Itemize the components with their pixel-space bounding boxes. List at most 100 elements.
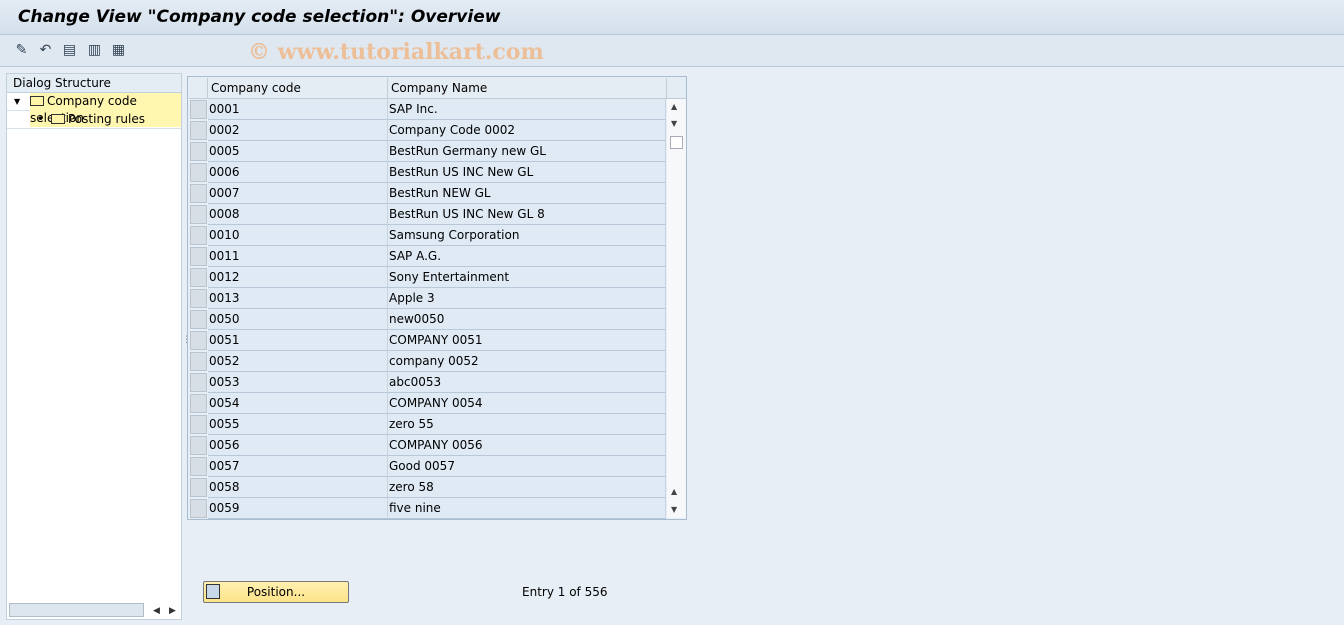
company-name-cell[interactable]: Apple 3 [388, 288, 666, 309]
row-selector[interactable] [190, 310, 207, 329]
company-code-cell[interactable]: 0055 [208, 414, 388, 435]
row-selector[interactable] [190, 226, 207, 245]
company-code-cell[interactable]: 0051 [208, 330, 388, 351]
table-row[interactable]: 0001 SAP Inc. [189, 99, 666, 120]
company-name-cell[interactable]: SAP A.G. [388, 246, 666, 267]
table-row[interactable]: 0011 SAP A.G. [189, 246, 666, 267]
undo-icon[interactable]: ↶ [37, 42, 54, 59]
scroll-page-up-icon[interactable]: ▲ [671, 487, 677, 496]
table-row[interactable]: 0012 Sony Entertainment [189, 267, 666, 288]
scroll-left-icon[interactable]: ◀ [153, 606, 160, 616]
scroll-thumb[interactable] [670, 136, 683, 149]
row-selector[interactable] [190, 100, 207, 119]
change-display-icon[interactable]: ✎ [13, 42, 30, 59]
table-row[interactable]: 0054 COMPANY 0054 [189, 393, 666, 414]
scroll-right-icon[interactable]: ▶ [169, 606, 176, 616]
row-selector[interactable] [190, 247, 207, 266]
company-code-cell[interactable]: 0054 [208, 393, 388, 414]
row-selector[interactable] [190, 289, 207, 308]
company-code-cell[interactable]: 0007 [208, 183, 388, 204]
company-code-cell[interactable]: 0052 [208, 351, 388, 372]
company-name-cell[interactable]: zero 55 [388, 414, 666, 435]
expand-arrow-icon[interactable]: ▼ [14, 93, 20, 110]
table-row[interactable]: 0013 Apple 3 [189, 288, 666, 309]
company-code-cell[interactable]: 0006 [208, 162, 388, 183]
horizontal-scrollbar[interactable] [9, 603, 144, 617]
row-selector[interactable] [190, 352, 207, 371]
table-row[interactable]: 0008 BestRun US INC New GL 8 [189, 204, 666, 225]
company-code-cell[interactable]: 0013 [208, 288, 388, 309]
select-all-header[interactable] [189, 78, 208, 99]
row-selector[interactable] [190, 205, 207, 224]
table-row[interactable]: 0050 new0050 [189, 309, 666, 330]
company-name-cell[interactable]: COMPANY 0051 [388, 330, 666, 351]
row-selector[interactable] [190, 499, 207, 518]
company-name-cell[interactable]: BestRun NEW GL [388, 183, 666, 204]
tree-item-company-code-selection[interactable]: ▼ Company code selection [7, 93, 181, 127]
select-block-icon[interactable]: ▥ [86, 42, 103, 59]
table-row[interactable]: 0007 BestRun NEW GL [189, 183, 666, 204]
row-selector[interactable] [190, 268, 207, 287]
row-selector[interactable] [190, 331, 207, 350]
company-name-cell[interactable]: company 0052 [388, 351, 666, 372]
company-code-cell[interactable]: 0050 [208, 309, 388, 330]
company-name-cell[interactable]: abc0053 [388, 372, 666, 393]
table-row[interactable]: 0056 COMPANY 0056 [189, 435, 666, 456]
company-name-cell[interactable]: SAP Inc. [388, 99, 666, 120]
row-selector[interactable] [190, 457, 207, 476]
company-code-cell[interactable]: 0059 [208, 498, 388, 519]
company-code-cell[interactable]: 0008 [208, 204, 388, 225]
scroll-page-down-icon[interactable]: ▼ [671, 505, 677, 514]
table-row[interactable]: 0057 Good 0057 [189, 456, 666, 477]
row-selector[interactable] [190, 415, 207, 434]
row-selector[interactable] [190, 478, 207, 497]
row-selector[interactable] [190, 394, 207, 413]
company-code-cell[interactable]: 0056 [208, 435, 388, 456]
row-selector[interactable] [190, 163, 207, 182]
company-name-cell[interactable]: five nine [388, 498, 666, 519]
company-code-cell[interactable]: 0010 [208, 225, 388, 246]
splitter-handle[interactable]: ⋮ [182, 335, 191, 345]
vertical-scrollbar[interactable]: ▲ ▼ ▲ ▼ [667, 99, 686, 518]
tree-item-posting-rules[interactable]: • Posting rules [7, 111, 181, 129]
row-selector[interactable] [190, 142, 207, 161]
table-row[interactable]: 0059 five nine [189, 498, 666, 519]
deselect-all-icon[interactable]: ▦ [110, 42, 127, 59]
company-code-cell[interactable]: 0057 [208, 456, 388, 477]
table-row[interactable]: 0053 abc0053 [189, 372, 666, 393]
table-row[interactable]: 0052 company 0052 [189, 351, 666, 372]
company-code-cell[interactable]: 0001 [208, 99, 388, 120]
company-name-cell[interactable]: Company Code 0002 [388, 120, 666, 141]
table-row[interactable]: 0002 Company Code 0002 [189, 120, 666, 141]
table-row[interactable]: 0010 Samsung Corporation [189, 225, 666, 246]
position-button[interactable]: Position... [203, 581, 349, 603]
column-settings-button[interactable] [667, 78, 686, 99]
scroll-up-icon[interactable]: ▲ [671, 102, 677, 111]
table-row[interactable]: 0055 zero 55 [189, 414, 666, 435]
company-name-cell[interactable]: BestRun US INC New GL [388, 162, 666, 183]
company-code-cell[interactable]: 0053 [208, 372, 388, 393]
row-selector[interactable] [190, 121, 207, 140]
company-name-cell[interactable]: Sony Entertainment [388, 267, 666, 288]
company-name-cell[interactable]: Samsung Corporation [388, 225, 666, 246]
table-row[interactable]: 0051 COMPANY 0051 [189, 330, 666, 351]
row-selector[interactable] [190, 373, 207, 392]
company-name-cell[interactable]: zero 58 [388, 477, 666, 498]
row-selector[interactable] [190, 184, 207, 203]
row-selector[interactable] [190, 436, 207, 455]
column-header-company-code[interactable]: Company code [208, 78, 388, 99]
company-name-cell[interactable]: COMPANY 0056 [388, 435, 666, 456]
company-name-cell[interactable]: BestRun Germany new GL [388, 141, 666, 162]
table-row[interactable]: 0058 zero 58 [189, 477, 666, 498]
scroll-down-icon[interactable]: ▼ [671, 119, 677, 128]
select-all-icon[interactable]: ▤ [61, 42, 78, 59]
company-code-cell[interactable]: 0002 [208, 120, 388, 141]
company-code-cell[interactable]: 0058 [208, 477, 388, 498]
column-header-company-name[interactable]: Company Name [388, 78, 667, 99]
company-name-cell[interactable]: COMPANY 0054 [388, 393, 666, 414]
company-name-cell[interactable]: Good 0057 [388, 456, 666, 477]
company-name-cell[interactable]: new0050 [388, 309, 666, 330]
table-row[interactable]: 0005 BestRun Germany new GL [189, 141, 666, 162]
company-code-cell[interactable]: 0005 [208, 141, 388, 162]
company-code-cell[interactable]: 0012 [208, 267, 388, 288]
